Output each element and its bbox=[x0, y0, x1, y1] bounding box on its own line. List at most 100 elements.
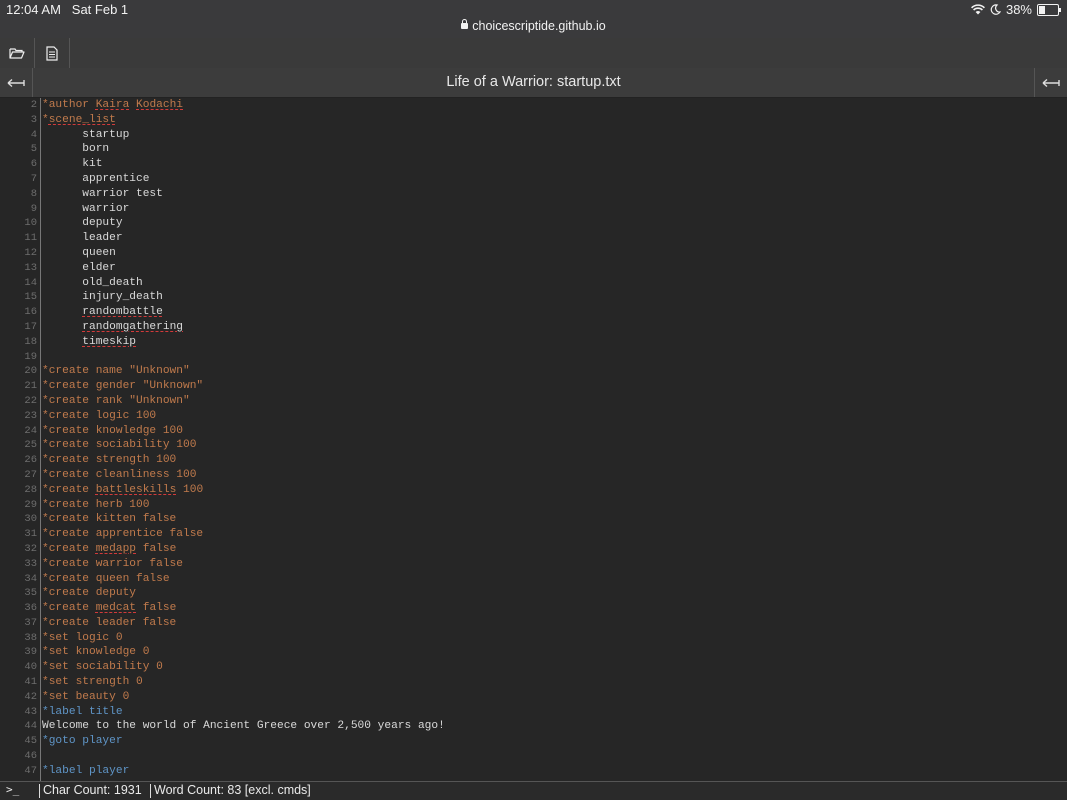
line-number: 23 bbox=[24, 409, 37, 422]
code-line[interactable]: 14 old_death bbox=[0, 276, 1067, 291]
code-line[interactable]: 47 *label player bbox=[0, 764, 1067, 779]
file-title: Life of a Warrior: startup.txt bbox=[446, 74, 621, 90]
code-line[interactable]: 45 *goto player bbox=[0, 734, 1067, 749]
line-text: *create gender "Unknown" bbox=[42, 380, 204, 393]
code-line[interactable]: 9 warrior bbox=[0, 202, 1067, 217]
code-line[interactable]: 17 randomgathering bbox=[0, 320, 1067, 335]
line-text: *create cleanliness 100 bbox=[42, 468, 197, 481]
code-line[interactable]: 44 Welcome to the world of Ancient Greece… bbox=[0, 719, 1067, 734]
code-line[interactable]: 4 startup bbox=[0, 128, 1067, 143]
line-text: apprentice bbox=[42, 172, 150, 185]
code-line[interactable]: 5 born bbox=[0, 142, 1067, 157]
spellcheck-word: Kodachi bbox=[136, 99, 184, 111]
moon-icon bbox=[990, 4, 1001, 15]
code-line[interactable]: 30 *create kitten false bbox=[0, 512, 1067, 527]
spellcheck-word: battleskills bbox=[95, 483, 177, 496]
code-line[interactable]: 22 *create rank "Unknown" bbox=[0, 394, 1067, 409]
code-line[interactable]: 7 apprentice bbox=[0, 172, 1067, 187]
battery-fill bbox=[1039, 5, 1046, 14]
spellcheck-word: randomgathering bbox=[82, 320, 184, 333]
spellcheck-word: timeskip bbox=[82, 335, 137, 348]
code-line[interactable]: 39 *set knowledge 0 bbox=[0, 645, 1067, 660]
document-button[interactable] bbox=[35, 38, 70, 68]
line-number: 42 bbox=[24, 690, 37, 703]
code-line[interactable]: 12 queen bbox=[0, 246, 1067, 261]
code-editor[interactable]: 2 *author Kaira Kodachi 3 *scene_list 4 star… bbox=[0, 98, 1067, 781]
word-count: Word Count: 83 [excl. cmds] bbox=[154, 783, 311, 797]
line-number: 30 bbox=[24, 513, 37, 526]
code-line[interactable]: 11 leader bbox=[0, 231, 1067, 246]
line-text: *create queen false bbox=[42, 572, 170, 585]
code-line[interactable]: 21 *create gender "Unknown" bbox=[0, 379, 1067, 394]
collapse-right-button[interactable] bbox=[1034, 68, 1067, 97]
line-number: 45 bbox=[24, 735, 37, 748]
address-bar[interactable]: choicescriptide.github.io bbox=[0, 19, 1067, 33]
line-number: 2 bbox=[30, 99, 37, 111]
toolbar bbox=[0, 38, 1067, 69]
status-time: 12:04 AM Sat Feb 1 bbox=[6, 2, 128, 17]
code-line[interactable]: 32 *create medapp false bbox=[0, 542, 1067, 557]
line-text: *scene_list bbox=[42, 113, 116, 126]
line-number: 33 bbox=[24, 557, 37, 570]
line-number: 7 bbox=[30, 172, 37, 185]
code-line[interactable]: 15 injury_death bbox=[0, 290, 1067, 305]
code-line[interactable]: 34 *create queen false bbox=[0, 572, 1067, 587]
console-prompt-icon[interactable]: >_ bbox=[6, 783, 19, 796]
code-line[interactable]: 36 *create medcat false bbox=[0, 601, 1067, 616]
code-line[interactable]: 8 warrior test bbox=[0, 187, 1067, 202]
editor-title-bar: Life of a Warrior: startup.txt bbox=[0, 68, 1067, 98]
code-line[interactable]: 40 *set sociability 0 bbox=[0, 660, 1067, 675]
line-number: 9 bbox=[30, 202, 37, 215]
line-text: *create knowledge 100 bbox=[42, 424, 183, 437]
line-text: *set strength 0 bbox=[42, 676, 143, 689]
line-number: 31 bbox=[24, 528, 37, 541]
line-number: 38 bbox=[24, 631, 37, 644]
code-line[interactable]: 31 *create apprentice false bbox=[0, 527, 1067, 542]
line-text: randombattle bbox=[42, 305, 163, 320]
line-text: *create battleskills 100 bbox=[42, 483, 204, 496]
code-line[interactable]: 28 *create battleskills 100 bbox=[0, 483, 1067, 498]
code-line[interactable]: 2 *author Kaira Kodachi bbox=[0, 98, 1067, 113]
code-line[interactable]: 27 *create cleanliness 100 bbox=[0, 468, 1067, 483]
code-line[interactable]: 3 *scene_list bbox=[0, 113, 1067, 128]
line-text: *create warrior false bbox=[42, 557, 183, 570]
line-number: 8 bbox=[30, 187, 37, 200]
code-line[interactable]: 13 elder bbox=[0, 261, 1067, 276]
code-line[interactable]: 41 *set strength 0 bbox=[0, 675, 1067, 690]
folder-open-icon bbox=[9, 48, 25, 59]
code-line[interactable]: 20 *create name "Unknown" bbox=[0, 364, 1067, 379]
code-line[interactable]: 37 *create leader false bbox=[0, 616, 1067, 631]
line-number: 19 bbox=[24, 350, 37, 363]
date: Sat Feb 1 bbox=[71, 2, 129, 17]
line-number: 43 bbox=[24, 705, 37, 718]
code-line[interactable]: 25 *create sociability 100 bbox=[0, 438, 1067, 453]
code-line[interactable]: 24 *create knowledge 100 bbox=[0, 424, 1067, 439]
open-folder-button[interactable] bbox=[0, 38, 35, 68]
code-line[interactable]: 29 *create herb 100 bbox=[0, 498, 1067, 513]
code-line[interactable]: 19 bbox=[0, 350, 1067, 365]
line-number: 21 bbox=[24, 380, 37, 393]
code-line[interactable]: 18 timeskip bbox=[0, 335, 1067, 350]
line-text: old_death bbox=[42, 276, 143, 289]
code-line[interactable]: 35 *create deputy bbox=[0, 586, 1067, 601]
code-line[interactable]: 23 *create logic 100 bbox=[0, 409, 1067, 424]
code-line[interactable]: 46 bbox=[0, 749, 1067, 764]
code-line[interactable]: 33 *create warrior false bbox=[0, 557, 1067, 572]
line-number: 12 bbox=[24, 246, 37, 259]
line-number: 44 bbox=[24, 720, 37, 733]
code-line[interactable]: 26 *create strength 100 bbox=[0, 453, 1067, 468]
code-line[interactable]: 10 deputy bbox=[0, 216, 1067, 231]
spellcheck-word: Kaira bbox=[95, 99, 130, 111]
line-number: 11 bbox=[24, 232, 37, 245]
line-text: *label title bbox=[42, 705, 123, 718]
code-line[interactable]: 38 *set logic 0 bbox=[0, 631, 1067, 646]
line-number: 22 bbox=[24, 394, 37, 407]
line-number: 32 bbox=[24, 542, 37, 555]
line-number: 6 bbox=[30, 158, 37, 171]
code-line[interactable]: 6 kit bbox=[0, 157, 1067, 172]
code-line[interactable]: 16 randombattle bbox=[0, 305, 1067, 320]
code-line[interactable]: 42 *set beauty 0 bbox=[0, 690, 1067, 705]
spellcheck-word: medapp bbox=[95, 542, 137, 555]
code-line[interactable]: 43 *label title bbox=[0, 705, 1067, 720]
line-text: warrior test bbox=[42, 187, 163, 200]
